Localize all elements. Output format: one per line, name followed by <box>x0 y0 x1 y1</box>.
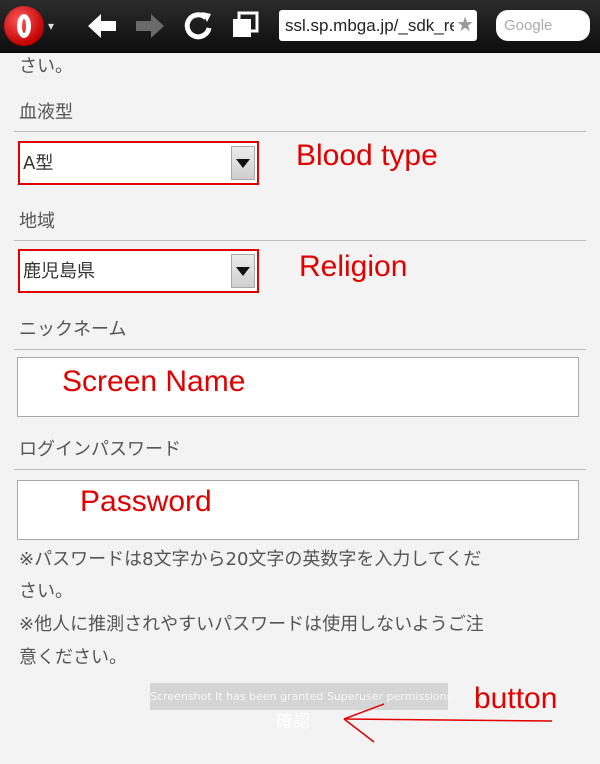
dropdown-arrow-icon[interactable] <box>231 254 255 288</box>
blood-type-label: 血液型 <box>19 102 73 123</box>
divider <box>14 240 586 241</box>
url-bar[interactable]: ssl.sp.mbga.jp/_sdk_reg ★ <box>279 10 477 41</box>
divider <box>14 469 586 470</box>
annotation-button: button <box>474 682 558 715</box>
confirm-button[interactable]: 確認 <box>276 707 310 732</box>
dropdown-arrow-icon[interactable] <box>231 146 255 180</box>
password-note-line: ※他人に推測されやすいパスワードは使用しないようご注 <box>19 614 484 635</box>
instruction-fragment: さい。 <box>19 56 73 77</box>
password-note-line: 意ください。 <box>19 647 127 668</box>
bookmark-star-icon[interactable]: ★ <box>454 10 474 41</box>
forward-arrow-icon[interactable] <box>132 8 168 44</box>
chevron-down-icon: ▾ <box>48 19 55 33</box>
browser-toolbar: ▾ ssl.sp.mbga.jp/_sdk_reg ★ Google <box>0 0 600 53</box>
blood-type-select[interactable]: A型 <box>18 141 259 185</box>
tabs-icon[interactable] <box>228 8 264 44</box>
password-note-line: さい。 <box>19 581 73 602</box>
search-input[interactable]: Google <box>496 10 590 41</box>
reload-icon[interactable] <box>180 8 216 44</box>
region-value: 鹿児島県 <box>23 261 95 282</box>
opera-logo-icon <box>4 6 44 46</box>
blood-type-value: A型 <box>23 153 54 174</box>
region-select[interactable]: 鹿児島県 <box>18 249 259 293</box>
nickname-label: ニックネーム <box>19 319 127 340</box>
back-arrow-icon[interactable] <box>84 8 120 44</box>
divider <box>14 349 586 350</box>
password-label: ログインパスワード <box>19 439 181 460</box>
url-text: ssl.sp.mbga.jp/_sdk_reg <box>285 16 469 35</box>
divider <box>14 131 586 132</box>
annotation-screen-name: Screen Name <box>62 365 246 398</box>
annotation-password: Password <box>80 485 212 518</box>
opera-menu-button[interactable]: ▾ <box>4 4 66 48</box>
region-label: 地域 <box>19 211 55 232</box>
password-note-line: ※パスワードは8文字から20文字の英数字を入力してくだ <box>19 549 482 570</box>
annotation-region: Religion <box>299 250 408 283</box>
annotation-blood-type: Blood type <box>296 139 438 172</box>
